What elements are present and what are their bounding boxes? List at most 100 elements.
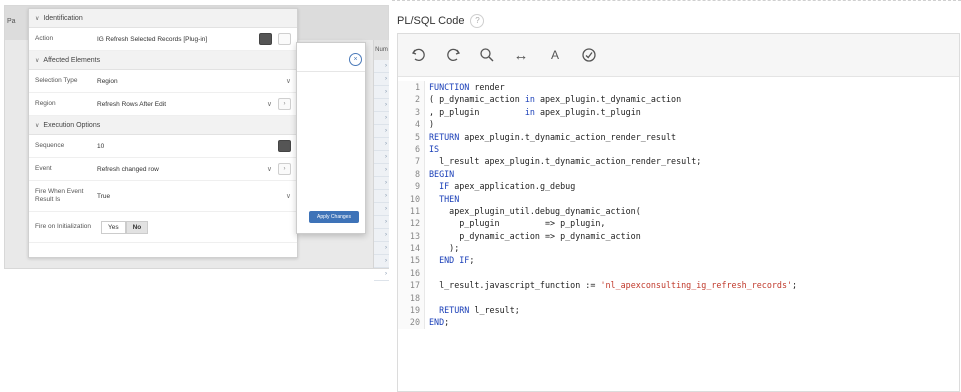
- option-yes[interactable]: Yes: [101, 220, 126, 234]
- code-text: IF apex_application.g_debug: [439, 181, 576, 192]
- line-number: 1: [398, 81, 425, 94]
- chevron-down-icon: ∨: [35, 57, 40, 64]
- code-line[interactable]: 1 FUNCTION render: [398, 81, 959, 94]
- region-select[interactable]: Refresh Rows After Edit: [97, 101, 267, 108]
- event-select[interactable]: Refresh changed row: [97, 166, 267, 173]
- property-row-fire-on-init: Fire on Initialization Yes No: [29, 212, 297, 243]
- property-row-action: Action IG Refresh Selected Records [Plug…: [29, 28, 297, 51]
- code-line[interactable]: 8 BEGIN: [398, 167, 959, 181]
- line-number: 11: [398, 204, 425, 218]
- chevron-down-icon: ∨: [35, 122, 40, 129]
- chevron-down-icon: ∨: [285, 78, 291, 85]
- chevron-down-icon: ∨: [35, 15, 40, 22]
- line-number: 13: [398, 229, 425, 243]
- property-editor-panel: ∨ Identification Action IG Refresh Selec…: [28, 8, 298, 258]
- property-row-fire-when: Fire When Event Result Is True ∨: [29, 181, 297, 212]
- code-line[interactable]: 20 END;: [398, 316, 959, 329]
- code-text: ( p_dynamic_action in apex_plugin.t_dyna…: [429, 94, 682, 105]
- code-line[interactable]: 13 p_dynamic_action => p_dynamic_action: [398, 229, 959, 243]
- line-number: 4: [398, 118, 425, 131]
- apply-changes-button[interactable]: Apply Changes: [309, 211, 359, 223]
- section-execution-options[interactable]: ∨ Execution Options: [29, 116, 297, 135]
- line-number: 16: [398, 266, 425, 280]
- code-text: RETURN apex_plugin.t_dynamic_action_rend…: [429, 131, 677, 142]
- option-no[interactable]: No: [125, 220, 149, 234]
- code-line[interactable]: 12 p_plugin => p_plugin,: [398, 217, 959, 230]
- code-line[interactable]: 14 );: [398, 242, 959, 255]
- copy-icon[interactable]: [278, 33, 291, 45]
- action-value[interactable]: IG Refresh Selected Records [Plug-in]: [97, 36, 259, 43]
- code-line[interactable]: 7 l_result apex_plugin.t_dynamic_action_…: [398, 155, 959, 168]
- chevron-down-icon: ∨: [285, 193, 291, 200]
- line-number: 3: [398, 105, 425, 119]
- code-line[interactable]: 11 apex_plugin_util.debug_dynamic_action…: [398, 204, 959, 218]
- code-text: END;: [429, 317, 450, 328]
- transform-icon[interactable]: ↔: [510, 44, 532, 66]
- code-text: );: [429, 243, 460, 254]
- code-line[interactable]: 2 ( p_dynamic_action in apex_plugin.t_dyn…: [398, 93, 959, 106]
- code-text: THEN: [439, 193, 460, 204]
- fire-on-init-toggle[interactable]: Yes No: [101, 220, 149, 234]
- line-number: 14: [398, 242, 425, 255]
- line-number: 9: [398, 180, 425, 193]
- code-text: , p_plugin in apex_plugin.t_plugin: [429, 106, 641, 117]
- code-line[interactable]: 10 THEN: [398, 192, 959, 205]
- property-row-selection-type: Selection Type Region ∨: [29, 70, 297, 93]
- code-area[interactable]: 1 FUNCTION render 2 ( p_dynamic_action in a…: [398, 81, 959, 329]
- modal-dialog: × Apply Changes: [296, 42, 366, 234]
- code-text: p_plugin => p_plugin,: [429, 218, 606, 229]
- grid-left-label: Pa: [7, 18, 16, 25]
- redo-icon[interactable]: [442, 44, 464, 66]
- go-to-icon[interactable]: ›: [278, 163, 291, 175]
- code-text: l_result.javascript_function := 'nl_apex…: [429, 280, 798, 291]
- line-number: 5: [398, 130, 425, 143]
- section-affected-elements[interactable]: ∨ Affected Elements: [29, 51, 297, 70]
- grid-column-header: Num: [374, 40, 389, 60]
- property-row-region: Region Refresh Rows After Edit ∨ ›: [29, 93, 297, 116]
- go-to-icon[interactable]: ›: [278, 98, 291, 110]
- validate-icon[interactable]: [578, 44, 600, 66]
- code-line[interactable]: 15 END IF;: [398, 254, 959, 267]
- code-line[interactable]: 16: [398, 266, 959, 280]
- property-row-sequence: Sequence 10: [29, 135, 297, 158]
- code-line[interactable]: 9 IF apex_application.g_debug: [398, 180, 959, 193]
- code-line[interactable]: 6 IS: [398, 142, 959, 156]
- code-text: FUNCTION render: [429, 82, 505, 92]
- line-number: 17: [398, 279, 425, 292]
- code-line[interactable]: 4): [398, 118, 959, 131]
- code-text: apex_plugin_util.debug_dynamic_action(: [429, 205, 641, 216]
- line-number: 18: [398, 291, 425, 305]
- undo-icon[interactable]: [408, 44, 430, 66]
- property-row-event: Event Refresh changed row ∨ ›: [29, 158, 297, 181]
- line-number: 2: [398, 93, 425, 106]
- line-number: 12: [398, 217, 425, 230]
- code-text: END IF;: [439, 255, 475, 266]
- text-size-icon[interactable]: A: [544, 44, 566, 66]
- selection-type-select[interactable]: Region: [97, 78, 286, 85]
- code-text: RETURN l_result;: [439, 305, 520, 316]
- editor-toolbar: ↔ A: [398, 34, 959, 77]
- search-icon[interactable]: [476, 44, 498, 66]
- sequence-input[interactable]: 10: [97, 143, 278, 150]
- chevron-down-icon: ∨: [266, 166, 272, 173]
- plsql-code-editor[interactable]: ↔ A 1 FUNCTION render 2 ( p_dynamic_action …: [397, 33, 960, 392]
- list-icon[interactable]: [259, 33, 272, 45]
- code-text: IS: [429, 143, 440, 154]
- code-line[interactable]: 5 RETURN apex_plugin.t_dynamic_action_ren…: [398, 130, 959, 143]
- top-divider: [392, 0, 961, 1]
- close-icon[interactable]: ×: [349, 53, 362, 66]
- line-number: 15: [398, 254, 425, 267]
- code-line[interactable]: 18: [398, 291, 959, 305]
- section-identification[interactable]: ∨ Identification: [29, 9, 297, 28]
- list-icon[interactable]: [278, 140, 291, 152]
- code-line[interactable]: 17 l_result.javascript_function := 'nl_a…: [398, 279, 959, 292]
- line-number: 19: [398, 304, 425, 317]
- chevron-down-icon: ∨: [266, 101, 272, 108]
- code-line[interactable]: 19 RETURN l_result;: [398, 304, 959, 317]
- help-icon[interactable]: ?: [470, 14, 485, 28]
- code-line[interactable]: 3 , p_plugin in apex_plugin.t_plugin: [398, 105, 959, 119]
- fire-when-select[interactable]: True: [97, 193, 286, 200]
- line-number: 20: [398, 316, 425, 329]
